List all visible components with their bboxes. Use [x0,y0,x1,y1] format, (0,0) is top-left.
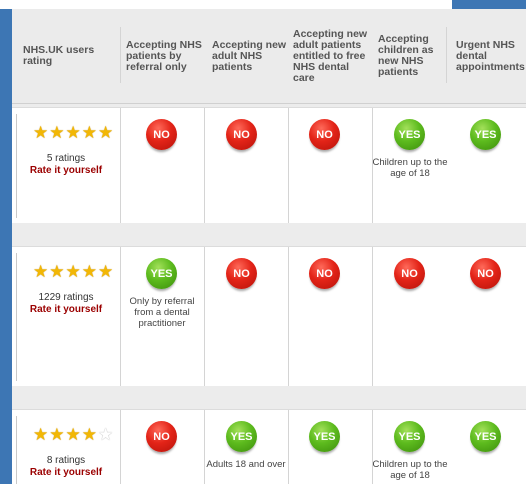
col-header-adult: Accepting new adult NHS patients [212,38,287,73]
adult-status-badge: YES [226,421,257,452]
urgent-status-badge: NO [470,258,501,289]
col-header-free-care: Accepting new adult patients entitled to… [293,27,368,84]
adult-status-badge: NO [226,119,257,150]
star-rating[interactable]: ★ ★ ★ ★ ★ [33,124,113,141]
star-icon: ★ [33,425,49,444]
children-status-badge: YES [394,421,425,452]
star-icon: ★ [65,425,81,444]
col-header-referral: Accepting NHS patients by referral only [126,38,202,73]
rate-it-yourself-link[interactable]: Rate it yourself [12,165,120,176]
table-row: ★ ★ ★ ★ ★ 8 ratings Rate it yourself NO … [12,410,526,484]
urgent-status-badge: YES [470,119,501,150]
adult-status-badge: NO [226,258,257,289]
children-status-badge: YES [394,119,425,150]
rating-cell: ★ ★ ★ ★ ★ 1229 ratings Rate it yourself [12,247,120,386]
ratings-count: 8 ratings [46,455,86,466]
referral-status-badge: YES [146,258,177,289]
adult-note: Adults 18 and over [206,459,286,470]
rate-it-yourself-link[interactable]: Rate it yourself [12,467,120,478]
referral-note: Only by referral from a dental practitio… [129,296,195,329]
results-table: NHS.UK users rating Accepting NHS patien… [12,9,526,484]
star-icon: ★ [65,123,81,142]
free-care-status-badge: NO [309,119,340,150]
free-care-status-badge: NO [309,258,340,289]
star-icon: ★ [65,262,81,281]
star-rating[interactable]: ★ ★ ★ ★ ★ [33,263,113,280]
window-frame: NHS.UK users rating Accepting NHS patien… [0,0,526,484]
row-gap [12,223,526,247]
col-header-rating: NHS.UK users rating [23,44,95,67]
ratings-count: 5 ratings [46,153,86,164]
top-bar [0,0,452,9]
rating-cell: ★ ★ ★ ★ ★ 5 ratings Rate it yourself [12,108,120,223]
col-header-children: Accepting children as new NHS patients [378,33,434,78]
children-status-badge: NO [394,258,425,289]
children-note: Children up to the age of 18 [372,157,448,179]
rating-cell: ★ ★ ★ ★ ★ 8 ratings Rate it yourself [12,410,120,484]
star-icon: ★ [49,123,65,142]
header-divider [120,27,121,83]
col-header-urgent: Urgent NHS dental appointments [456,38,525,73]
table-header: NHS.UK users rating Accepting NHS patien… [12,9,526,104]
ratings-count: 1229 ratings [38,292,94,303]
star-icon: ★ [33,262,49,281]
star-icon: ★ [49,425,65,444]
star-icon: ★ [98,262,114,281]
star-icon: ★ [49,262,65,281]
urgent-status-badge: YES [470,421,501,452]
free-care-status-badge: YES [309,421,340,452]
row-gap [12,386,526,410]
children-note: Children up to the age of 18 [372,459,448,481]
table-row: ★ ★ ★ ★ ★ 5 ratings Rate it yourself NO … [12,108,526,223]
star-icon: ★ [33,123,49,142]
star-rating[interactable]: ★ ★ ★ ★ ★ [33,426,113,443]
rate-it-yourself-link[interactable]: Rate it yourself [12,304,120,315]
header-divider [446,27,447,83]
star-icon: ★ [81,123,97,142]
star-icon: ★ [81,262,97,281]
referral-status-badge: NO [146,421,177,452]
star-icon: ★ [98,123,114,142]
star-icon: ★ [81,425,97,444]
table-row: ★ ★ ★ ★ ★ 1229 ratings Rate it yourself … [12,247,526,386]
empty-star-icon: ★ [98,425,114,444]
referral-status-badge: NO [146,119,177,150]
